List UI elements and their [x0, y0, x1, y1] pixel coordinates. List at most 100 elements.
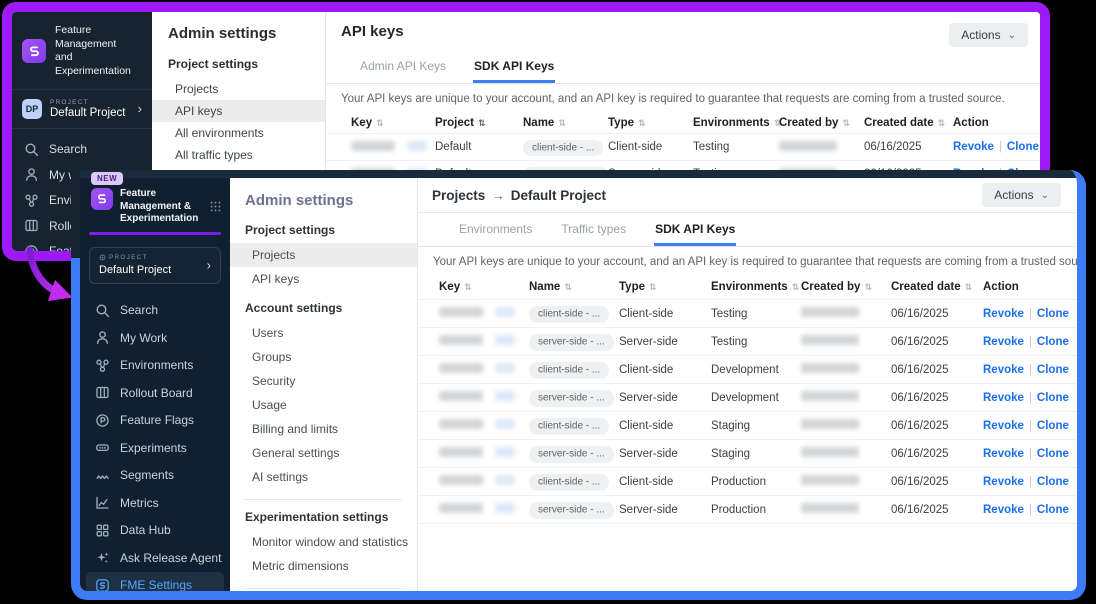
user-icon [24, 167, 39, 182]
revoke-link[interactable]: Revoke [983, 448, 1024, 460]
admin-item-api-keys[interactable]: API keys [152, 100, 325, 122]
table-row: client-side - ... Client-side Testing 06… [418, 299, 1077, 327]
tab-traffic-types[interactable]: Traffic types [560, 213, 627, 246]
divider [245, 499, 402, 500]
sidebar-item-my-work[interactable]: My Work [80, 324, 230, 352]
revoke-link[interactable]: Revoke [983, 308, 1024, 320]
revoke-link[interactable]: Revoke [983, 476, 1024, 488]
revoke-link[interactable]: Revoke [953, 141, 994, 153]
admin-item-projects[interactable]: Projects [230, 243, 417, 267]
divider [245, 588, 402, 589]
experiments-icon [95, 440, 110, 455]
admin-item-security[interactable]: Security [230, 369, 417, 393]
redacted-copy-icon [495, 475, 515, 485]
redacted-created-by [801, 503, 859, 513]
board-columns-icon [95, 385, 110, 400]
tab-sdk-api-keys[interactable]: SDK API Keys [654, 213, 736, 246]
revoke-link[interactable]: Revoke [983, 392, 1024, 404]
app-grid-icon[interactable] [209, 200, 222, 213]
sort-icon: ⇅ [464, 283, 472, 293]
sort-icon: ⇅ [376, 119, 384, 129]
sidebar-item-feature-flags[interactable]: Feature Flags [80, 407, 230, 435]
sidebar-item-experiments[interactable]: Experiments [80, 434, 230, 462]
environments-icon [24, 193, 39, 208]
experimentation-settings-heading: Experimentation settings [245, 510, 417, 524]
key-name-pill: client-side - ... [529, 474, 609, 491]
redacted-key [439, 363, 483, 373]
admin-item-all-traffic-types[interactable]: All traffic types [152, 144, 325, 166]
fme-logo-icon [91, 188, 113, 210]
actions-button[interactable]: Actions ⌄ [982, 183, 1061, 207]
segments-icon [95, 468, 110, 483]
admin-item-metric-dimensions[interactable]: Metric dimensions [230, 554, 417, 578]
project-name: Default Project [99, 264, 211, 276]
redacted-created-by [801, 447, 859, 457]
breadcrumb-root[interactable]: Projects [432, 188, 485, 203]
new-project-switcher[interactable]: PROJECT Default Project › [89, 247, 221, 284]
sidebar-item-search[interactable]: Search [12, 137, 152, 163]
admin-item-usage[interactable]: Usage [230, 393, 417, 417]
admin-item-users[interactable]: Users [230, 321, 417, 345]
key-name-pill: server-side - ... [529, 502, 614, 519]
admin-item-monitor-window[interactable]: Monitor window and statistics [230, 530, 417, 554]
sidebar-item-environments[interactable]: Environments [80, 352, 230, 380]
sidebar-item-search[interactable]: Search [80, 297, 230, 325]
sort-icon: ⇅ [864, 283, 872, 293]
old-project-switcher[interactable]: DP PROJECT Default Project › [12, 90, 152, 129]
sidebar-item-metrics[interactable]: Metrics [80, 489, 230, 517]
clone-link[interactable]: Clone [1037, 308, 1069, 320]
search-icon [95, 303, 110, 318]
table-row: client-side - ... Client-side Developmen… [418, 355, 1077, 383]
table-header: Key⇅ Project⇅ Name⇅ Type⇅ Environments⇅ … [326, 112, 1040, 133]
admin-item-all-environments[interactable]: All environments [152, 122, 325, 144]
clone-link[interactable]: Clone [1037, 420, 1069, 432]
project-scope-icon [99, 254, 106, 261]
feature-flags-icon [95, 413, 110, 428]
chevron-down-icon: ⌄ [1008, 30, 1016, 41]
redacted-key [439, 391, 483, 401]
old-brand-name: Feature Management and Experimentation [55, 24, 142, 79]
revoke-link[interactable]: Revoke [983, 420, 1024, 432]
tab-sdk-api-keys[interactable]: SDK API Keys [473, 50, 555, 83]
clone-link[interactable]: Clone [1037, 448, 1069, 460]
sidebar-item-rollout-board[interactable]: Rollout Board [80, 379, 230, 407]
clone-link[interactable]: Clone [1037, 504, 1069, 516]
admin-item-api-keys[interactable]: API keys [230, 267, 417, 291]
clone-link[interactable]: Clone [1037, 336, 1069, 348]
admin-item-groups[interactable]: Groups [230, 345, 417, 369]
fme-settings-icon [95, 578, 110, 593]
actions-button[interactable]: Actions ⌄ [949, 23, 1028, 47]
metrics-chart-icon [95, 495, 110, 510]
admin-item-billing[interactable]: Billing and limits [230, 417, 417, 441]
new-brand: Feature Management & Experimentation [80, 178, 230, 226]
clone-link[interactable]: Clone [1037, 364, 1069, 376]
admin-item-projects[interactable]: Projects [152, 78, 325, 100]
redacted-key [439, 475, 483, 485]
chevron-right-icon: › [207, 258, 211, 273]
sidebar-item-segments[interactable]: Segments [80, 462, 230, 490]
tab-environments[interactable]: Environments [458, 213, 533, 246]
clone-link[interactable]: Clone [1037, 476, 1069, 488]
redacted-copy-icon [495, 447, 515, 457]
old-tab-bar: Admin API Keys SDK API Keys [326, 50, 1040, 84]
clone-link[interactable]: Clone [1007, 141, 1039, 153]
clone-link[interactable]: Clone [1037, 392, 1069, 404]
sort-icon: ⇅ [649, 283, 657, 293]
sidebar-item-ask-release-agent[interactable]: Ask Release Agent [80, 544, 230, 572]
sidebar-item-data-hub[interactable]: Data Hub [80, 517, 230, 545]
admin-settings-title: Admin settings [168, 25, 325, 42]
admin-item-general-settings[interactable]: General settings [230, 441, 417, 465]
admin-item-ai-settings[interactable]: AI settings [230, 465, 417, 489]
new-brand-name: Feature Management & Experimentation [120, 188, 198, 226]
redacted-copy-icon [495, 503, 515, 513]
sort-icon-active: ⇅ [478, 119, 486, 129]
redacted-copy-icon [495, 307, 515, 317]
user-icon [95, 330, 110, 345]
revoke-link[interactable]: Revoke [983, 504, 1024, 516]
tab-admin-api-keys[interactable]: Admin API Keys [359, 50, 447, 83]
revoke-link[interactable]: Revoke [983, 364, 1024, 376]
revoke-link[interactable]: Revoke [983, 336, 1024, 348]
project-label: PROJECT [109, 254, 148, 261]
sidebar-item-fme-settings[interactable]: FME Settings [86, 572, 224, 600]
redacted-key [439, 419, 483, 429]
